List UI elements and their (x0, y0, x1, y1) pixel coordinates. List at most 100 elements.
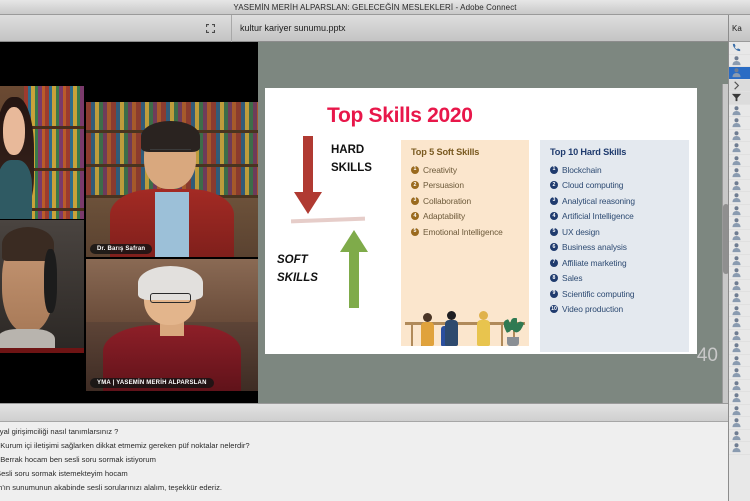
attendee-row[interactable] (729, 230, 750, 242)
soft-skills-label-line2: SKILLS (277, 271, 318, 284)
attendee-row[interactable] (729, 255, 750, 267)
attendees-pod-title: Ka (732, 23, 742, 33)
video-tile-2[interactable] (0, 220, 84, 353)
bullet-number-icon: 4 (411, 212, 419, 221)
attendee-row[interactable] (729, 142, 750, 155)
soft-skills-heading: Top 5 Soft Skills (411, 147, 480, 157)
attendee-rows (729, 42, 750, 455)
soft-skill-item-label: Persuasion (423, 180, 464, 191)
share-pod-toolbar: kultur kariyer sunumu.pptx (232, 15, 750, 42)
webcam-image-1 (0, 86, 84, 219)
user-icon (732, 243, 741, 253)
video-tile-4[interactable]: YMA | YASEMİN MERİH ALPARSLAN (86, 259, 258, 391)
up-arrow-icon (339, 228, 369, 313)
meeting-stage: Dr. Barış Safran YMA | YASEMİN MERİH ALP… (0, 42, 729, 445)
hard-skill-item: 4 Artificial Intelligence (540, 209, 689, 225)
soft-skills-list: 1 Creativity 2 Persuasion 3 Collaboration 4 Ada… (401, 162, 529, 240)
attendee-row[interactable] (729, 317, 750, 330)
user-icon (732, 131, 741, 140)
user-icon (732, 306, 741, 315)
user-icon (732, 393, 741, 403)
filter-icon (731, 94, 742, 102)
participant-name-badge: Dr. Barış Safran (90, 244, 153, 254)
soft-skill-item-label: Collaboration (423, 195, 472, 206)
attendee-row[interactable] (729, 242, 750, 255)
bullet-number-icon: 2 (550, 181, 558, 190)
user-icon (732, 356, 741, 365)
attendee-row[interactable] (729, 355, 750, 367)
user-icon (732, 281, 741, 290)
user-icon (732, 193, 741, 203)
attendees-pod[interactable]: Ka (728, 15, 750, 501)
bullet-number-icon: 5 (550, 227, 558, 236)
office-illustration (401, 292, 529, 352)
window-title: YASEMİN MERİH ALPARSLAN: GELECEĞİN MESLE… (233, 2, 517, 12)
soft-skill-item: 2 Persuasion (401, 178, 529, 194)
hard-skill-item-label: Affiliate marketing (562, 257, 627, 268)
webcam-image-4 (86, 259, 258, 391)
user-icon (732, 218, 741, 228)
user-icon (732, 331, 741, 340)
attendee-row-host[interactable] (729, 42, 750, 55)
soft-skill-item: 5 Emotional Intelligence (401, 224, 529, 240)
hard-skills-label-line1: HARD (331, 144, 365, 156)
attendee-row[interactable] (729, 217, 750, 230)
soft-skill-item-label: Emotional Intelligence (423, 226, 503, 237)
attendee-row[interactable] (729, 180, 750, 192)
hard-skill-item-label: Sales (562, 273, 583, 284)
attendee-row-selected[interactable] (729, 67, 750, 80)
attendee-row[interactable] (729, 55, 750, 67)
attendee-row[interactable] (729, 342, 750, 355)
skills-boxes: Top 5 Soft Skills 1 Creativity 2 Persuasion… (401, 140, 689, 352)
window-titlebar: YASEMİN MERİH ALPARSLAN: GELECEĞİN MESLE… (0, 0, 750, 15)
bullet-number-icon: 3 (550, 196, 558, 205)
attendee-row[interactable] (729, 205, 750, 217)
attendee-row[interactable] (729, 292, 750, 305)
hard-skill-item-label: Blockchain (562, 164, 602, 175)
attendee-filter-button[interactable] (729, 92, 750, 105)
adobe-connect-window: YASEMİN MERİH ALPARSLAN: GELECEĞİN MESLE… (0, 0, 750, 501)
attendee-row[interactable] (729, 105, 750, 117)
user-icon (732, 231, 741, 240)
hard-skill-item: 10 Video production (540, 302, 689, 318)
pod-toolbar: kultur kariyer sunumu.pptx (0, 14, 750, 42)
user-icon (732, 293, 741, 303)
attendee-row[interactable] (729, 267, 750, 280)
video-tile-1[interactable] (0, 86, 84, 219)
soft-skill-item: 4 Adaptability (401, 209, 529, 225)
attendee-row[interactable] (729, 417, 750, 430)
hard-skill-item: 2 Cloud computing (540, 178, 689, 194)
attendee-row[interactable] (729, 367, 750, 380)
user-icon (732, 181, 741, 190)
attendee-row[interactable] (729, 380, 750, 392)
user-icon (732, 268, 741, 278)
share-pod[interactable]: Top Skills 2020 HARD SKILLS SOFT SKILLS … (258, 42, 728, 403)
attendee-row[interactable] (729, 392, 750, 405)
attendee-row[interactable] (729, 305, 750, 317)
attendee-row[interactable] (729, 430, 750, 442)
chat-message: Sesli soru sormak istemekteyim hocam (0, 470, 128, 478)
hard-skill-item-label: Artificial Intelligence (562, 211, 634, 222)
attendee-row[interactable] (729, 405, 750, 417)
attendee-row[interactable] (729, 280, 750, 292)
hard-skill-item: 1 Blockchain (540, 162, 689, 178)
attendee-row[interactable] (729, 330, 750, 342)
user-icon (732, 443, 741, 453)
attendee-row[interactable] (729, 167, 750, 180)
user-icon (732, 168, 741, 178)
attendee-row[interactable] (729, 130, 750, 142)
chat-pod[interactable]: syal girişimciliği nasıl tanımlarsınız ?… (0, 403, 728, 501)
expand-icon[interactable] (197, 23, 223, 33)
soft-skill-item: 3 Collaboration (401, 193, 529, 209)
phone-icon (732, 44, 741, 52)
attendee-row[interactable] (729, 155, 750, 167)
user-icon (732, 381, 741, 390)
attendee-row[interactable] (729, 192, 750, 205)
bullet-number-icon: 4 (550, 212, 558, 221)
video-tile-3[interactable]: Dr. Barış Safran (86, 102, 258, 257)
down-arrow-icon (293, 136, 323, 221)
attendee-row[interactable] (729, 442, 750, 455)
attendee-group-toggle[interactable] (729, 79, 750, 92)
attendee-row[interactable] (729, 117, 750, 130)
user-icon (732, 406, 741, 415)
